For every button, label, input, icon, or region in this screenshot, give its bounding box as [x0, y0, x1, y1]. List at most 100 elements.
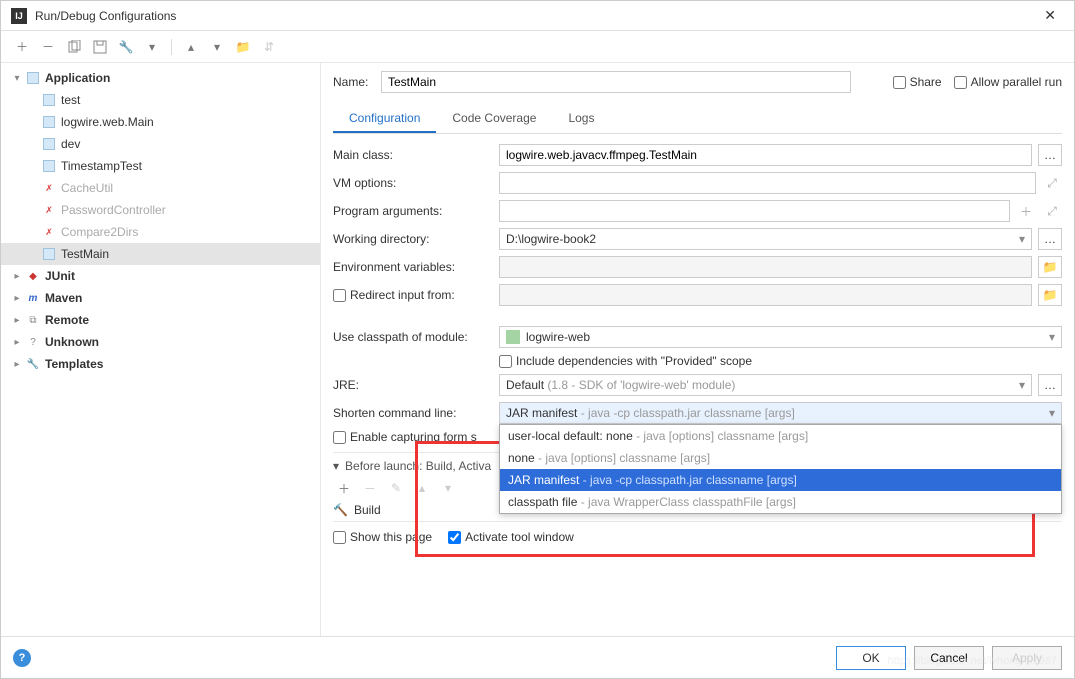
- jre-label: JRE:: [333, 378, 493, 392]
- help-icon[interactable]: ?: [13, 649, 31, 667]
- main-class-input[interactable]: [499, 144, 1032, 166]
- remove-icon[interactable]: －: [359, 477, 381, 499]
- app-icon: IJ: [11, 8, 27, 24]
- chevron-down-icon: ▾: [1019, 378, 1025, 392]
- sidebar-group-junit[interactable]: ▸◆JUnit: [1, 265, 320, 287]
- expand-icon[interactable]: ⤢: [1042, 176, 1062, 191]
- chevron-down-icon: ▾: [1019, 232, 1025, 246]
- main-class-label: Main class:: [333, 148, 493, 162]
- expander-icon[interactable]: ▾: [9, 73, 25, 84]
- sidebar-group-templates[interactable]: ▸🔧Templates: [1, 353, 320, 375]
- dropdown-item-classpath-file[interactable]: classpath file - java WrapperClass class…: [500, 491, 1061, 513]
- sidebar-group-unknown[interactable]: ▸?Unknown: [1, 331, 320, 353]
- up-icon[interactable]: ▴: [411, 477, 433, 499]
- up-icon[interactable]: ▴: [180, 36, 202, 58]
- close-icon[interactable]: ✕: [1036, 3, 1064, 28]
- watermark: https://blog.csdn.net/lvhonglei1987: [888, 655, 1057, 667]
- dialog-window: IJ Run/Debug Configurations ✕ ＋ － 🔧 ▾ ▴ …: [0, 0, 1075, 679]
- sidebar-item-cacheutil[interactable]: ✗CacheUtil: [1, 177, 320, 199]
- name-label: Name:: [333, 75, 373, 89]
- workdir-combo[interactable]: D:\logwire-book2 ▾: [499, 228, 1032, 250]
- expander-icon[interactable]: ▸: [9, 359, 25, 370]
- env-input[interactable]: [499, 256, 1032, 278]
- bottom-bar: ? OK Cancel https://blog.csdn.net/lvhong…: [1, 636, 1074, 678]
- sidebar: ▾ Application test logwire.web.Main dev …: [1, 63, 321, 636]
- titlebar: IJ Run/Debug Configurations ✕: [1, 1, 1074, 31]
- vm-options-label: VM options:: [333, 176, 493, 190]
- browse-workdir-button[interactable]: …: [1038, 228, 1062, 250]
- config-form: Main class: … VM options: ⤢ Program argu…: [333, 144, 1062, 444]
- expand-icon[interactable]: ⤢: [1042, 204, 1062, 219]
- browse-jre-button[interactable]: …: [1038, 374, 1062, 396]
- dropdown-item-jar-manifest[interactable]: JAR manifest - java -cp classpath.jar cl…: [500, 469, 1061, 491]
- jre-combo[interactable]: Default (1.8 - SDK of 'logwire-web' modu…: [499, 374, 1032, 396]
- browse-redirect-button: 📁: [1038, 284, 1062, 306]
- shorten-dropdown: user-local default: none - java [options…: [499, 424, 1062, 514]
- redirect-checkbox[interactable]: Redirect input from:: [333, 288, 493, 302]
- provided-checkbox[interactable]: Include dependencies with "Provided" sco…: [499, 354, 752, 368]
- classpath-combo[interactable]: logwire-web ▾: [499, 326, 1062, 348]
- name-input[interactable]: [381, 71, 851, 93]
- expander-icon[interactable]: ▸: [9, 271, 25, 282]
- workdir-label: Working directory:: [333, 232, 493, 246]
- sidebar-group-maven[interactable]: ▸mMaven: [1, 287, 320, 309]
- sidebar-item-timestamp[interactable]: TimestampTest: [1, 155, 320, 177]
- separator: [171, 39, 172, 55]
- dropdown-item-user-local[interactable]: user-local default: none - java [options…: [500, 425, 1061, 447]
- down-icon[interactable]: ▾: [437, 477, 459, 499]
- tab-coverage[interactable]: Code Coverage: [436, 105, 552, 133]
- application-icon: [25, 70, 41, 86]
- sidebar-item-dev[interactable]: dev: [1, 133, 320, 155]
- folder-icon[interactable]: 📁: [232, 36, 254, 58]
- sidebar-group-application[interactable]: ▾ Application: [1, 67, 320, 89]
- expander-icon[interactable]: ▾: [333, 459, 339, 473]
- program-args-label: Program arguments:: [333, 204, 493, 218]
- expander-icon[interactable]: ▸: [9, 315, 25, 326]
- wrench-icon[interactable]: 🔧: [115, 36, 137, 58]
- chevron-down-icon[interactable]: ▾: [141, 36, 163, 58]
- share-checkbox[interactable]: Share: [893, 75, 942, 89]
- edit-icon[interactable]: ✎: [385, 477, 407, 499]
- invalid-icon: ✗: [41, 202, 57, 218]
- sidebar-item-testmain[interactable]: TestMain: [1, 243, 320, 265]
- browse-main-class-button[interactable]: …: [1038, 144, 1062, 166]
- junit-icon: ◆: [25, 268, 41, 284]
- down-icon[interactable]: ▾: [206, 36, 228, 58]
- expander-icon[interactable]: ▸: [9, 293, 25, 304]
- add-icon[interactable]: ＋: [333, 477, 355, 499]
- application-icon: [41, 92, 57, 108]
- application-icon: [41, 246, 57, 262]
- copy-icon[interactable]: [63, 36, 85, 58]
- sidebar-item-logwire-main[interactable]: logwire.web.Main: [1, 111, 320, 133]
- maven-icon: m: [25, 290, 41, 306]
- env-label: Environment variables:: [333, 260, 493, 274]
- program-args-input[interactable]: [499, 200, 1010, 222]
- shorten-combo[interactable]: JAR manifest - java -cp classpath.jar cl…: [499, 402, 1062, 424]
- config-toolbar: ＋ － 🔧 ▾ ▴ ▾ 📁 ⇵: [1, 31, 1074, 63]
- sidebar-item-test[interactable]: test: [1, 89, 320, 111]
- dropdown-item-none[interactable]: none - java [options] classname [args]: [500, 447, 1061, 469]
- plus-icon[interactable]: ＋: [1016, 203, 1036, 220]
- classpath-label: Use classpath of module:: [333, 330, 493, 344]
- show-page-checkbox[interactable]: Show this page: [333, 530, 432, 544]
- browse-env-button[interactable]: 📁: [1038, 256, 1062, 278]
- add-icon[interactable]: ＋: [11, 36, 33, 58]
- collapse-icon[interactable]: ⇵: [258, 36, 280, 58]
- tab-logs[interactable]: Logs: [552, 105, 610, 133]
- invalid-icon: ✗: [41, 224, 57, 240]
- sidebar-group-remote[interactable]: ▸⧉Remote: [1, 309, 320, 331]
- tab-configuration[interactable]: Configuration: [333, 105, 436, 133]
- invalid-icon: ✗: [41, 180, 57, 196]
- expander-icon[interactable]: ▸: [9, 337, 25, 348]
- content-area: ＋ － 🔧 ▾ ▴ ▾ 📁 ⇵ ▾ Application test logwi…: [1, 31, 1074, 636]
- activate-window-checkbox[interactable]: Activate tool window: [448, 530, 574, 544]
- vm-options-input[interactable]: [499, 172, 1036, 194]
- application-icon: [41, 158, 57, 174]
- save-icon[interactable]: [89, 36, 111, 58]
- sidebar-item-passwordcontroller[interactable]: ✗PasswordController: [1, 199, 320, 221]
- enable-capture-checkbox[interactable]: Enable capturing form s: [333, 430, 477, 444]
- sidebar-item-compare2dirs[interactable]: ✗Compare2Dirs: [1, 221, 320, 243]
- parallel-checkbox[interactable]: Allow parallel run: [954, 75, 1062, 89]
- remove-icon[interactable]: －: [37, 36, 59, 58]
- main-panel: Name: Share Allow parallel run Configura…: [321, 63, 1074, 636]
